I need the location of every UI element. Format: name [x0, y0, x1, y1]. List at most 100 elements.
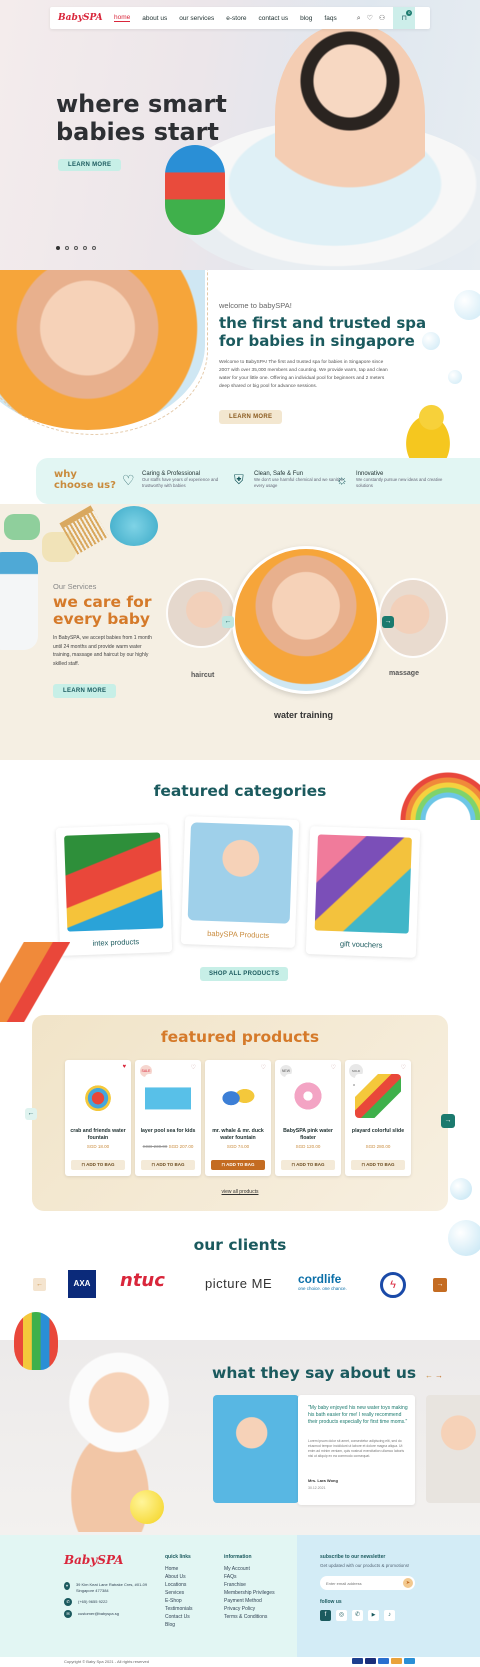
cart-button[interactable]: ⊓ 0	[393, 7, 416, 29]
why-item: ♡ Caring & Professional Our staffs have …	[122, 471, 232, 488]
carousel-dot[interactable]	[83, 246, 87, 250]
arrow-left-icon: ←	[36, 1281, 43, 1288]
footer-link[interactable]: Payment Method	[224, 1597, 275, 1605]
service-water-training-label[interactable]: water training	[274, 710, 333, 720]
products-prev-button[interactable]: ←	[25, 1108, 37, 1120]
nav-label: faqs	[324, 14, 337, 22]
nav-item-about[interactable]: about us	[142, 15, 167, 22]
carousel-dot[interactable]	[92, 246, 96, 250]
tiktok-icon[interactable]: ♪	[384, 1610, 395, 1621]
nav-item-estore[interactable]: e-store	[226, 15, 246, 22]
footer-link[interactable]: Locations	[165, 1581, 193, 1589]
footer-link[interactable]: Home	[165, 1565, 193, 1573]
welcome-learn-more-button[interactable]: LEARN MORE	[219, 410, 283, 424]
quick-links-title: quick links	[165, 1554, 191, 1560]
testimonials-next-arrow[interactable]: →	[435, 1371, 443, 1380]
product-name[interactable]: playard colorful slide	[348, 1128, 408, 1135]
wishlist-heart-icon[interactable]: ♡	[191, 1064, 196, 1071]
carousel-dot[interactable]	[56, 246, 60, 250]
testimonials-prev-arrow[interactable]: ←	[425, 1371, 433, 1380]
add-to-bag-button[interactable]: ⊓ ADD TO BAG	[211, 1160, 265, 1170]
nav-label: e-store	[226, 14, 247, 22]
footer-link[interactable]: FAQs	[224, 1573, 275, 1581]
why-item: ☼ Innovative We constantly pursue new id…	[336, 471, 446, 488]
send-icon[interactable]: ➤	[403, 1578, 413, 1588]
product-card[interactable]: SALE ♡ layer pool sea for kids SGD 230.0…	[135, 1060, 201, 1176]
footer-link[interactable]: Blog	[165, 1621, 193, 1629]
carousel-dot[interactable]	[65, 246, 69, 250]
newsletter-email-input[interactable]	[326, 1579, 396, 1587]
wishlist-heart-icon[interactable]: ♡	[261, 1064, 266, 1071]
product-name[interactable]: mr. whale & mr. duck water fountain	[208, 1128, 268, 1142]
youtube-icon[interactable]: ▶	[368, 1610, 379, 1621]
search-icon[interactable]: ⌕	[357, 15, 361, 22]
add-to-bag-button[interactable]: ⊓ ADD TO BAG	[141, 1160, 195, 1170]
why-title-line2: choose us?	[54, 480, 116, 491]
nav-item-home[interactable]: home	[114, 14, 131, 22]
category-card-babyspa[interactable]: babySPA Products	[180, 816, 300, 948]
product-card[interactable]: NEW ♡ BabySPA pink water floater SGD 120…	[275, 1060, 341, 1176]
add-to-bag-button[interactable]: ⊓ ADD TO BAG	[281, 1160, 335, 1170]
service-haircut-label[interactable]: haircut	[191, 672, 214, 679]
services-next-button[interactable]: →	[382, 616, 394, 628]
products-next-button[interactable]: →	[441, 1114, 455, 1128]
clients-next-button[interactable]: →	[433, 1278, 447, 1292]
shop-all-products-button[interactable]: SHOP ALL PRODUCTS	[200, 967, 289, 981]
add-to-bag-button[interactable]: ⊓ ADD TO BAG	[71, 1160, 125, 1170]
footer-link[interactable]: Contact Us	[165, 1613, 193, 1621]
facebook-icon[interactable]: f	[320, 1610, 331, 1621]
wishlist-heart-icon[interactable]: ♡	[367, 15, 373, 22]
testimonials-title: what they say about us	[212, 1364, 417, 1382]
footer-link[interactable]: My Account	[224, 1565, 275, 1573]
why-title: why choose us?	[54, 469, 116, 491]
services-prev-button[interactable]: ←	[222, 616, 234, 628]
category-card-gift[interactable]: gift vouchers	[305, 826, 421, 958]
services-title-line2: every baby	[53, 610, 151, 628]
product-card[interactable]: ♡ mr. whale & mr. duck water fountain SG…	[205, 1060, 271, 1176]
arrow-left-icon: ←	[27, 1110, 35, 1117]
services-learn-more-button[interactable]: LEARN MORE	[53, 684, 117, 698]
footer-link[interactable]: About Us	[165, 1573, 193, 1581]
product-card[interactable]: ♥ crab and friends water fountain SGD 18…	[65, 1060, 131, 1176]
nav-item-contact[interactable]: contact us	[258, 15, 288, 22]
footer-email[interactable]: customer@babyspa.sg	[78, 1610, 119, 1618]
footer-link[interactable]: E-Shop	[165, 1597, 193, 1605]
product-name[interactable]: crab and friends water fountain	[68, 1128, 128, 1142]
wishlist-heart-icon[interactable]: ♡	[331, 1064, 336, 1071]
view-all-products-link[interactable]: view all products	[0, 1189, 480, 1195]
product-name[interactable]: layer pool sea for kids	[138, 1128, 198, 1135]
arrow-right-icon: →	[384, 618, 392, 625]
footer-link[interactable]: Services	[165, 1589, 193, 1597]
instagram-icon[interactable]: ◎	[336, 1610, 347, 1621]
footer-link[interactable]: Testimonials	[165, 1605, 193, 1613]
services-title: we care for every baby	[53, 594, 151, 628]
account-user-icon[interactable]: ⚇	[379, 15, 385, 22]
shield-icon: ⛨	[234, 472, 244, 487]
carousel-dot[interactable]	[74, 246, 78, 250]
arrow-left-icon: ←	[224, 618, 232, 625]
footer-link[interactable]: Franchise	[224, 1581, 275, 1589]
clients-prev-button[interactable]: ←	[33, 1278, 46, 1291]
nav-item-faqs[interactable]: faqs	[324, 15, 336, 22]
add-to-bag-button[interactable]: ⊓ ADD TO BAG	[351, 1160, 405, 1170]
product-card[interactable]: SOLD OUT ♡ playard colorful slide SGD 28…	[345, 1060, 411, 1176]
nav-item-services[interactable]: our services	[179, 15, 214, 22]
hero-toy-image	[165, 145, 225, 235]
client-logo-text: picture ME	[205, 1276, 273, 1291]
nav-item-blog[interactable]: blog	[300, 15, 312, 22]
footer-phone[interactable]: (+65) 9655 9222	[78, 1598, 107, 1606]
hero-learn-more-button[interactable]: LEARN MORE	[58, 159, 122, 171]
footer-link[interactable]: Privacy Policy	[224, 1605, 275, 1613]
follow-us-title: follow us	[320, 1599, 342, 1605]
category-card-intex[interactable]: intex products	[55, 824, 173, 956]
wishlist-heart-icon[interactable]: ♥	[122, 1064, 126, 1070]
site-logo[interactable]: BabySPA	[58, 13, 108, 23]
categories-title: featured categories	[153, 782, 327, 800]
service-massage-label[interactable]: massage	[389, 670, 419, 677]
product-name[interactable]: BabySPA pink water floater	[278, 1128, 338, 1142]
footer-link[interactable]: Membership Privileges	[224, 1589, 275, 1597]
footer-logo[interactable]: BabySPA	[64, 1553, 123, 1567]
footer-link[interactable]: Terms & Conditions	[224, 1613, 275, 1621]
wishlist-heart-icon[interactable]: ♡	[401, 1064, 406, 1071]
whatsapp-icon[interactable]: ✆	[352, 1610, 363, 1621]
